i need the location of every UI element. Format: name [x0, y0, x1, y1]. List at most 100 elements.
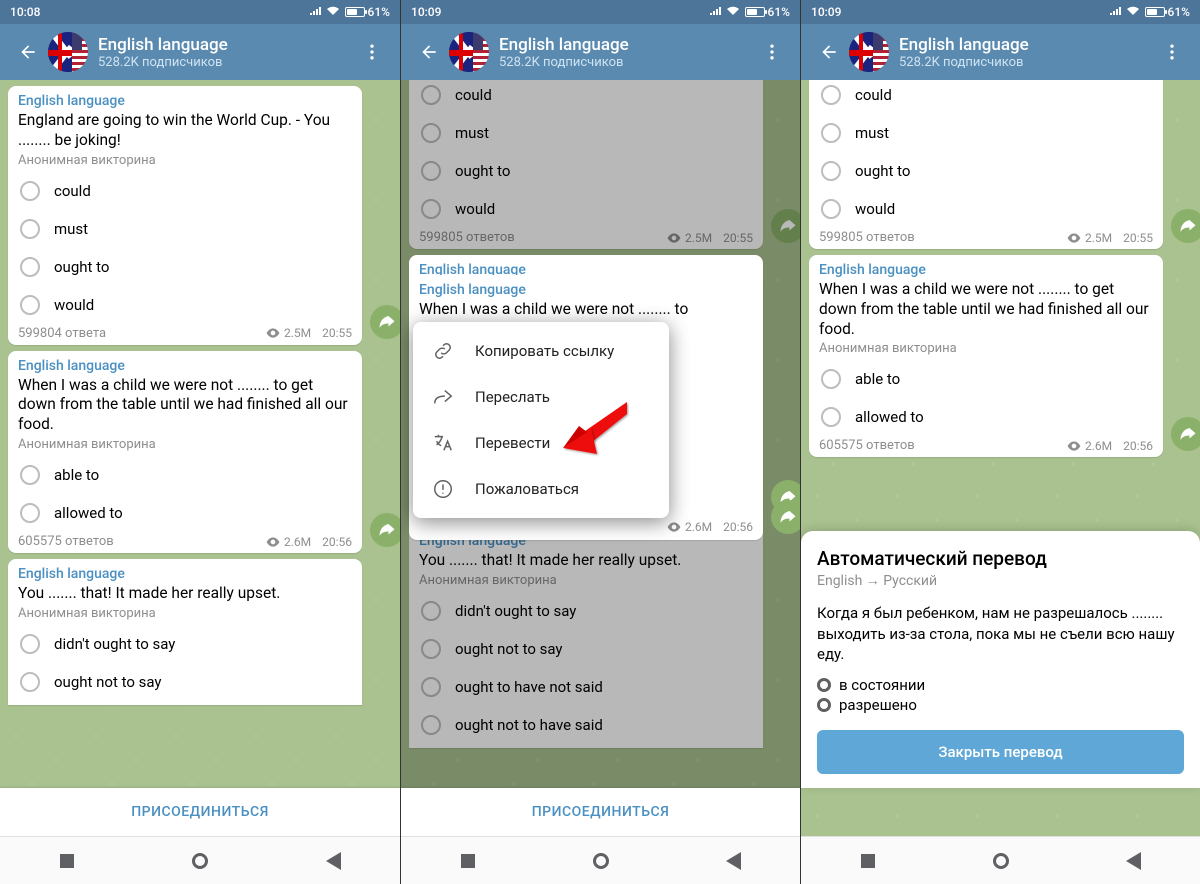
poll-question: You ....... that! It made her really ups…: [18, 584, 352, 604]
sender-name: English language: [18, 358, 352, 374]
context-menu-report[interactable]: Пожаловаться: [413, 466, 669, 512]
context-menu-copy-link[interactable]: Копировать ссылку: [413, 328, 669, 374]
join-button[interactable]: ПРИСОЕДИНИТЬСЯ: [0, 788, 400, 836]
poll-option[interactable]: able to: [18, 456, 352, 494]
more-button[interactable]: [352, 32, 392, 72]
chat-area[interactable]: could must ought to would 599805 ответов…: [401, 80, 800, 788]
poll-option[interactable]: could: [18, 172, 352, 210]
poll-option[interactable]: ought to: [18, 248, 352, 286]
poll-option[interactable]: would: [819, 190, 1153, 228]
share-button[interactable]: [370, 305, 400, 339]
channel-avatar[interactable]: [449, 32, 489, 72]
nav-back[interactable]: [305, 837, 361, 884]
signal-icon: [309, 5, 323, 19]
radio-icon: [821, 407, 841, 427]
more-button[interactable]: [752, 32, 792, 72]
sender-name: English language: [18, 566, 352, 582]
share-button[interactable]: [771, 500, 800, 534]
message-time: 20:56: [322, 535, 352, 549]
back-button[interactable]: [8, 32, 48, 72]
battery-text: 61%: [368, 5, 390, 19]
channel-title: English language: [98, 35, 352, 55]
nav-bar: [0, 836, 400, 884]
translation-sheet: Автоматический перевод English → Русский…: [801, 531, 1200, 788]
message-time: 20:55: [1123, 231, 1153, 245]
radio-icon: [20, 503, 40, 523]
poll-message[interactable]: could must ought to would 599805 ответов…: [809, 80, 1163, 249]
sheet-bullet: в состоянии: [817, 676, 1184, 694]
channel-avatar[interactable]: [849, 32, 889, 72]
close-translation-button[interactable]: Закрыть перевод: [817, 730, 1184, 774]
battery-text: 61%: [768, 5, 790, 19]
nav-back[interactable]: [1106, 837, 1162, 884]
views-count: 2.5M: [284, 326, 311, 340]
poll-message[interactable]: English language England are going to wi…: [8, 86, 362, 345]
channel-title: English language: [899, 35, 1152, 55]
radio-icon: [20, 634, 40, 654]
radio-icon: [20, 465, 40, 485]
nav-recents[interactable]: [39, 837, 95, 884]
poll-option[interactable]: must: [18, 210, 352, 248]
signal-icon: [709, 5, 723, 19]
header-title-block[interactable]: English language 528.2K подписчиков: [499, 35, 752, 70]
screen-2: 10:09 61% English language 528.2K подпис…: [400, 0, 800, 884]
share-button[interactable]: [1171, 417, 1200, 451]
back-button[interactable]: [809, 32, 849, 72]
poll-option[interactable]: didn't ought to say: [18, 625, 352, 663]
sender-name: English language: [18, 93, 352, 109]
nav-back[interactable]: [706, 837, 762, 884]
poll-option[interactable]: ought not to say: [18, 663, 352, 701]
radio-icon: [20, 219, 40, 239]
header-title-block[interactable]: English language 528.2K подписчиков: [98, 35, 352, 70]
app-header: English language 528.2K подписчиков: [401, 24, 800, 80]
channel-title: English language: [499, 35, 752, 55]
poll-question: When I was a child we were not ........ …: [819, 280, 1153, 339]
context-menu-translate[interactable]: Перевести: [413, 420, 669, 466]
app-header: English language 528.2K подписчиков: [801, 24, 1200, 80]
poll-message[interactable]: English language When I was a child we w…: [809, 255, 1163, 457]
nav-recents[interactable]: [440, 837, 496, 884]
header-title-block[interactable]: English language 528.2K подписчиков: [899, 35, 1152, 70]
message-time: 20:55: [322, 326, 352, 340]
poll-message[interactable]: English language When I was a child we w…: [8, 351, 362, 553]
signal-icon: [1109, 5, 1123, 19]
back-button[interactable]: [409, 32, 449, 72]
radio-icon: [20, 257, 40, 277]
nav-home[interactable]: [573, 837, 629, 884]
poll-anon-label: Анонимная викторина: [18, 606, 352, 621]
share-button[interactable]: [370, 513, 400, 547]
answers-count: 599804 ответа: [18, 326, 106, 341]
poll-option[interactable]: allowed to: [819, 398, 1153, 436]
share-button[interactable]: [1171, 209, 1200, 243]
bullet-icon: [817, 698, 831, 712]
nav-recents[interactable]: [840, 837, 896, 884]
poll-option[interactable]: ought to: [819, 152, 1153, 190]
context-menu-forward[interactable]: Переслать: [413, 374, 669, 420]
forward-icon: [431, 385, 455, 409]
radio-icon: [20, 181, 40, 201]
status-time: 10:09: [411, 5, 441, 19]
radio-icon: [821, 123, 841, 143]
poll-option[interactable]: able to: [819, 360, 1153, 398]
nav-home[interactable]: [973, 837, 1029, 884]
chat-area[interactable]: English language England are going to wi…: [0, 80, 400, 788]
poll-anon-label: Анонимная викторина: [819, 341, 1153, 356]
poll-option[interactable]: could: [819, 80, 1153, 114]
wifi-icon: [326, 5, 340, 19]
poll-question: When I was a child we were not ........ …: [419, 300, 753, 320]
poll-option[interactable]: must: [819, 114, 1153, 152]
poll-option[interactable]: would: [18, 286, 352, 324]
poll-message[interactable]: English language You ....... that! It ma…: [8, 559, 362, 705]
join-button[interactable]: ПРИСОЕДИНИТЬСЯ: [401, 788, 800, 836]
nav-home[interactable]: [172, 837, 228, 884]
poll-option[interactable]: allowed to: [18, 494, 352, 532]
message-time: 20:56: [1123, 439, 1153, 453]
radio-icon: [821, 199, 841, 219]
wifi-icon: [1126, 5, 1140, 19]
chat-area[interactable]: could must ought to would 599805 ответов…: [801, 80, 1200, 836]
more-button[interactable]: [1152, 32, 1192, 72]
channel-avatar[interactable]: [48, 32, 88, 72]
views-count: 2.6M: [685, 520, 712, 534]
message-time: 20:56: [723, 520, 753, 534]
views-count: 2.6M: [284, 535, 311, 549]
